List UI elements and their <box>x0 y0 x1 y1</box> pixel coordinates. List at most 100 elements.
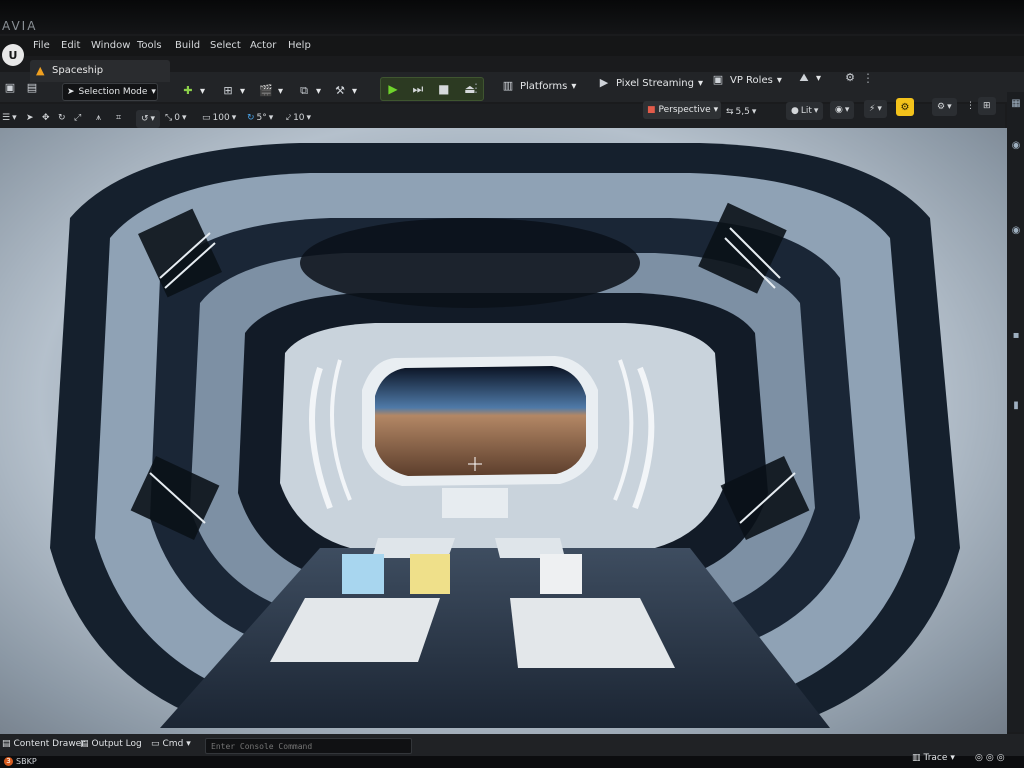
panel-tab-icon[interactable]: ▦ <box>1010 98 1022 110</box>
chevron-down-icon: ▾ <box>571 80 577 92</box>
view-mode-dropdown[interactable]: ● Lit ▾ <box>786 102 824 120</box>
snap-rotation-icon: ⤡ <box>165 113 173 123</box>
menu-window[interactable]: Window <box>91 40 130 51</box>
surface-snap-button[interactable]: ⩚ <box>96 110 101 126</box>
vp-roles-dropdown[interactable]: ▣ VP Roles ▾ <box>710 70 782 90</box>
selection-mode-label: Selection Mode <box>78 87 148 97</box>
chevron-down-icon: ▾ <box>151 87 156 97</box>
chevron-down-icon: ▾ <box>813 106 819 116</box>
scale-snap-icon: ▭ <box>202 113 211 123</box>
taskbar-item[interactable]: 3 SBKP <box>4 757 37 766</box>
tab-spaceship[interactable]: ▲ Spaceship <box>30 60 170 82</box>
chevron-down-icon: ▾ <box>12 113 17 123</box>
chevron-down-icon: ▾ <box>278 85 284 97</box>
add-actor-button[interactable]: ✚ ▾ <box>180 81 205 101</box>
floor-panel-back <box>442 488 508 518</box>
blueprint-button[interactable]: ⊞ ▾ <box>220 81 245 101</box>
output-log-button[interactable]: ▤ Output Log <box>80 739 142 749</box>
rotation-snap[interactable]: ⤡ 0 ▾ <box>165 110 186 126</box>
vp-roles-label: VP Roles <box>730 74 773 86</box>
menu-file[interactable]: File <box>33 40 50 51</box>
view-mode-label: Lit <box>800 106 812 116</box>
selected-item-icon[interactable]: ▪ <box>1010 330 1022 342</box>
rotation-snap-value: 0 <box>174 113 180 123</box>
add-icon: ✚ <box>183 84 193 97</box>
grid-icon: ⌗ <box>116 113 122 123</box>
chevron-down-icon: ▾ <box>150 114 156 124</box>
cinematics-button[interactable]: 🎬 ▾ <box>258 81 283 101</box>
scroll-icon[interactable]: ▮ <box>1010 400 1022 412</box>
menu-edit[interactable]: Edit <box>61 40 80 51</box>
chevron-down-icon: ▾ <box>713 105 719 115</box>
cmd-label: Cmd <box>162 739 184 749</box>
menu-help[interactable]: Help <box>288 40 311 51</box>
taskbar-label: SBKP <box>16 757 37 766</box>
menu-build[interactable]: Build <box>175 40 200 51</box>
realtime-toggle[interactable]: ⚙ <box>896 98 914 116</box>
play-icon[interactable]: ▶ <box>388 82 397 96</box>
cursor-icon: ➤ <box>67 87 75 97</box>
viewport-menu-button[interactable]: ☰ ▾ <box>2 110 17 126</box>
scale-tool[interactable]: ⤢ <box>74 110 81 126</box>
menu-actor[interactable]: Actor <box>250 40 276 51</box>
console-command-input[interactable] <box>205 738 412 754</box>
viewport-more-button[interactable]: ⋮ <box>966 98 975 114</box>
rotate-tool[interactable]: ↻ <box>58 110 66 126</box>
chevron-down-icon: ▾ <box>231 113 237 123</box>
mode-button[interactable]: ⧉ ▾ <box>296 81 321 101</box>
camera-button[interactable]: ⛰ ▾ <box>796 68 821 88</box>
grid-snap[interactable]: ⤦ 10 ▾ <box>286 110 311 126</box>
platforms-icon: ▥ <box>502 79 514 92</box>
editor-screen: AVIA U File Edit Window Tools Build Sele… <box>0 0 1024 768</box>
step-icon[interactable]: ⏭ <box>412 82 423 97</box>
notifications-icon[interactable]: ◎ <box>975 753 983 763</box>
content-drawer-button[interactable]: ▤ Content Drawer <box>2 739 85 749</box>
camera-speed[interactable]: ⇆ 5,5 ▾ <box>726 104 756 120</box>
transform-space-dropdown[interactable]: ↺ ▾ <box>136 110 161 128</box>
angle-snap[interactable]: ↻ 5° ▾ <box>247 110 273 126</box>
viewport-settings-dropdown[interactable]: ⚙ ▾ <box>932 98 957 116</box>
coord-system-button[interactable]: ⌗ <box>116 110 121 126</box>
layout-button[interactable]: ⊞ <box>978 97 996 115</box>
perspective-dropdown[interactable]: ■ Perspective ▾ <box>643 101 721 119</box>
eye-icon[interactable]: ◉ <box>1010 140 1022 152</box>
settings-button[interactable]: ⚙ ⋮ <box>842 68 874 88</box>
cmd-dropdown[interactable]: ▭ Cmd ▾ <box>151 739 191 749</box>
trace-dropdown[interactable]: ▥ Trace ▾ <box>912 753 955 763</box>
stop-icon[interactable]: ■ <box>438 82 449 96</box>
perspective-label: Perspective <box>658 105 711 115</box>
warning-icon: ▲ <box>36 64 45 77</box>
scalability-dropdown[interactable]: ⚡ ▾ <box>864 100 887 118</box>
visibility-icon[interactable]: ◉ <box>1010 225 1022 237</box>
browse-button[interactable]: ▤ <box>24 78 40 98</box>
chevron-down-icon: ▾ <box>844 105 850 115</box>
chevron-down-icon: ▾ <box>200 85 206 97</box>
save-button[interactable]: ▣ <box>2 78 18 98</box>
vp-roles-icon: ▣ <box>712 73 724 86</box>
folder-icon: ▤ <box>26 81 38 94</box>
menu-select[interactable]: Select <box>210 40 241 51</box>
streaming-icon: ▶ <box>599 76 609 89</box>
tools-button[interactable]: ⚒ ▾ <box>332 81 357 101</box>
camera-speed-value: 5,5 <box>735 107 750 117</box>
settings-icon[interactable]: ◎ <box>986 753 994 763</box>
move-tool[interactable]: ✥ <box>42 110 50 126</box>
play-options-icon[interactable]: ⋮ <box>470 78 482 98</box>
camera-icon: ■ <box>647 105 656 115</box>
status-icons: ◎ ◎ ◎ <box>975 753 1005 763</box>
level-viewport[interactable] <box>0 128 1007 734</box>
pixel-streaming-dropdown[interactable]: ▶ Pixel Streaming ▾ <box>596 73 703 93</box>
tab-label: Spaceship <box>52 65 104 76</box>
selection-mode-dropdown[interactable]: ➤ Selection Mode ▾ <box>62 83 158 101</box>
show-flags-dropdown[interactable]: ◉ ▾ <box>830 101 855 119</box>
play-controls: ▶ ⏭ ■ ⏏ <box>380 77 484 101</box>
more-icon: ⋮ <box>966 101 975 111</box>
wrench-icon: ⚒ <box>335 84 345 97</box>
sync-icon[interactable]: ◎ <box>997 753 1005 763</box>
unreal-logo-icon[interactable]: U <box>2 44 24 66</box>
ceiling-shadow <box>300 218 640 308</box>
platforms-dropdown[interactable]: ▥ Platforms ▾ <box>500 76 577 96</box>
scale-snap[interactable]: ▭ 100 ▾ <box>202 110 236 126</box>
menu-tools[interactable]: Tools <box>137 40 162 51</box>
select-tool[interactable]: ➤ <box>26 110 34 126</box>
